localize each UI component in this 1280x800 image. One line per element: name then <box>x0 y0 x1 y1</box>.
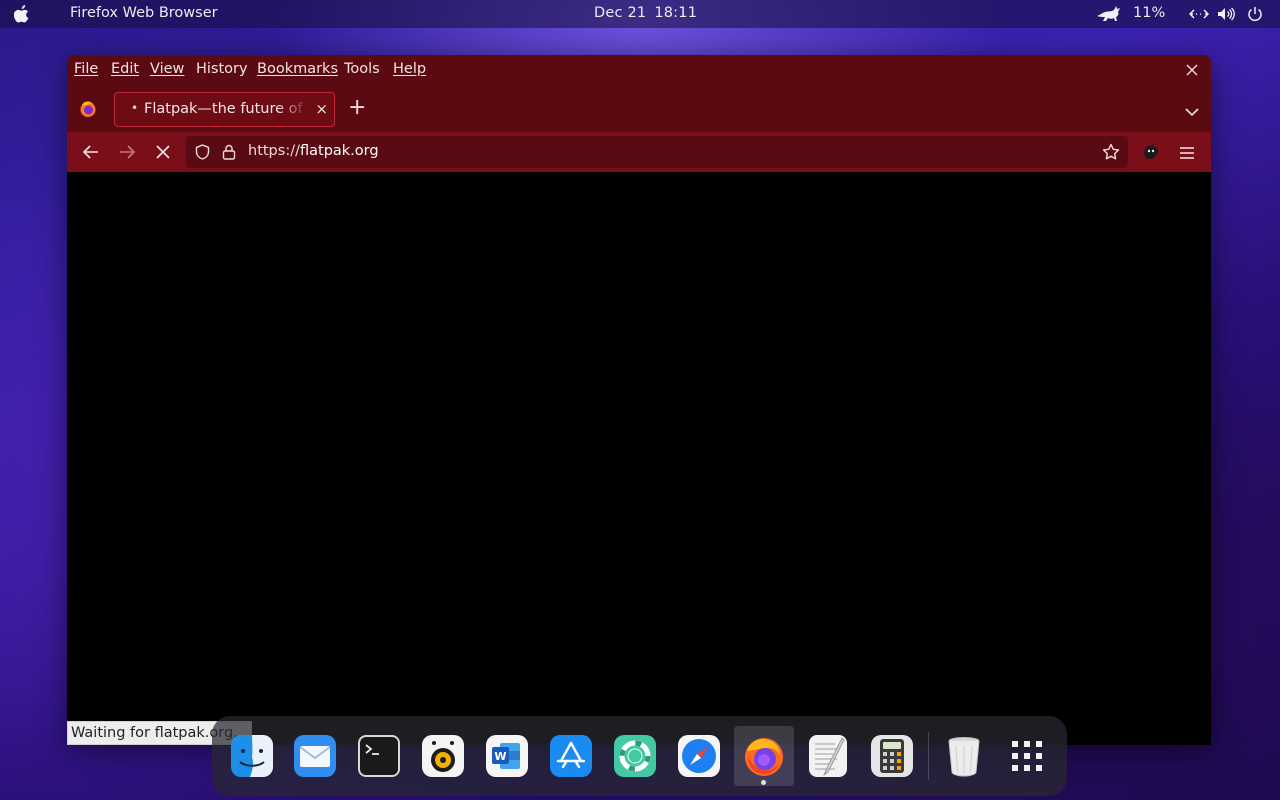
text-editor-icon[interactable] <box>806 734 850 778</box>
mail-icon[interactable] <box>293 734 337 778</box>
menu-bookmarks[interactable]: Bookmarks <box>257 61 338 77</box>
dock: W <box>212 716 1067 796</box>
page-content[interactable] <box>67 172 1211 745</box>
date: Dec 21 <box>594 5 647 21</box>
menu-tools[interactable]: Tools <box>344 61 380 77</box>
firefox-icon[interactable] <box>742 734 786 778</box>
top-bar: Firefox Web Browser Dec 21 18:11 11% <box>0 0 1280 28</box>
clock[interactable]: Dec 21 18:11 <box>594 5 697 21</box>
volume-icon[interactable] <box>1217 7 1235 21</box>
firefox-window: File Edit View History Bookmarks Tools H… <box>67 55 1211 745</box>
new-tab-button[interactable]: + <box>348 96 366 120</box>
menu-file[interactable]: File <box>74 61 98 77</box>
terminal-icon[interactable] <box>357 734 401 778</box>
trash-icon[interactable] <box>942 734 986 778</box>
calculator-icon[interactable] <box>870 734 914 778</box>
navigation-bar: https://flatpak.org <box>67 132 1211 172</box>
power-icon[interactable] <box>1247 6 1263 22</box>
apple-menu-icon[interactable] <box>13 5 30 23</box>
firefox-view-icon[interactable] <box>79 100 97 118</box>
menu-edit[interactable]: Edit <box>111 61 139 77</box>
window-close-icon[interactable] <box>1185 63 1199 77</box>
tab-bar: • Flatpak—the future of application dist… <box>67 86 1211 132</box>
bookmark-star-icon[interactable] <box>1102 143 1120 161</box>
network-icon[interactable] <box>1189 7 1209 21</box>
tab-title: Flatpak—the future of application distri… <box>144 101 309 117</box>
menu-bar: File Edit View History Bookmarks Tools H… <box>67 55 1211 86</box>
firefox-running-indicator <box>761 780 766 785</box>
lock-icon[interactable] <box>222 144 236 160</box>
tab-close-icon[interactable]: × <box>315 100 328 118</box>
address-bar[interactable]: https://flatpak.org <box>186 136 1128 168</box>
dock-separator <box>928 732 929 780</box>
safari-icon[interactable] <box>677 734 721 778</box>
help-icon[interactable] <box>613 734 657 778</box>
battery-percent[interactable]: 11% <box>1133 5 1165 21</box>
cat-icon[interactable] <box>1096 4 1122 22</box>
app-grid-icon[interactable] <box>1005 734 1049 778</box>
word-icon[interactable]: W <box>485 734 529 778</box>
time: 18:11 <box>654 5 698 21</box>
menu-help[interactable]: Help <box>393 61 426 77</box>
tab-flatpak[interactable]: • Flatpak—the future of application dist… <box>114 92 335 127</box>
stop-loading-button[interactable] <box>155 144 173 160</box>
back-button[interactable] <box>82 144 100 160</box>
list-all-tabs-icon[interactable] <box>1185 102 1199 117</box>
url-host: flatpak.org <box>299 143 379 159</box>
app-store-icon[interactable] <box>549 734 593 778</box>
rhythmbox-icon[interactable] <box>421 734 465 778</box>
finder-icon[interactable] <box>230 734 274 778</box>
tab-loading-indicator: • <box>131 101 139 115</box>
url-scheme: https:// <box>248 143 300 159</box>
svg-text:W: W <box>494 750 506 763</box>
tracking-protection-shield-icon[interactable] <box>195 144 210 160</box>
forward-button[interactable] <box>118 144 136 160</box>
menu-view[interactable]: View <box>150 61 184 77</box>
url-text[interactable]: https://flatpak.org <box>248 143 379 159</box>
menu-history[interactable]: History <box>196 61 248 77</box>
extension-icon[interactable] <box>1142 143 1160 161</box>
app-menu-icon[interactable] <box>1179 145 1195 159</box>
active-app-name[interactable]: Firefox Web Browser <box>70 5 218 21</box>
